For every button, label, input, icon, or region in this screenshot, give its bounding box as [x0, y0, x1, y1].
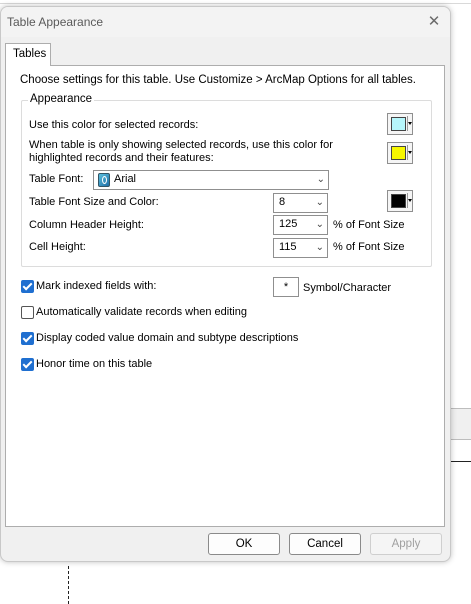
background-dashed-line	[68, 566, 69, 604]
chevron-down-icon: ⌄	[315, 242, 324, 253]
tab-tables[interactable]: Tables	[5, 43, 51, 66]
font-color-picker[interactable]	[387, 190, 413, 212]
honor-time-label: Honor time on this table	[36, 358, 153, 370]
background-window-edge	[0, 3, 471, 4]
font-size-value: 8	[279, 196, 286, 208]
highlight-color-label-line1: When table is only showing selected reco…	[29, 139, 333, 151]
honor-time-checkbox[interactable]	[21, 358, 34, 371]
selected-color-label: Use this color for selected records:	[29, 119, 199, 131]
title-bar: Table Appearance ✕	[1, 7, 450, 37]
chevron-down-icon: ⌄	[315, 197, 324, 208]
table-appearance-dialog: Table Appearance ✕ Tables Choose setting…	[0, 6, 451, 562]
table-font-value: Arial	[114, 173, 137, 185]
chevron-down-icon	[408, 151, 412, 154]
header-height-label: Column Header Height:	[29, 219, 144, 231]
tab-tables-label: Tables	[13, 48, 47, 60]
chevron-down-icon: ⌄	[315, 219, 324, 230]
intro-text: Choose settings for this table. Use Cust…	[20, 74, 416, 86]
dialog-title: Table Appearance	[7, 15, 104, 29]
font-size-label: Table Font Size and Color:	[29, 196, 159, 208]
highlight-color-label-line2: highlighted records and their features:	[29, 152, 214, 164]
chevron-down-icon: ⌄	[316, 174, 325, 185]
table-font-select[interactable]: Arial ⌄	[93, 170, 329, 190]
mark-symbol-label: Symbol/Character	[303, 282, 392, 294]
cell-height-label: Cell Height:	[29, 241, 86, 253]
font-color-swatch	[391, 194, 406, 208]
chevron-down-icon	[408, 122, 412, 125]
auto-validate-label: Automatically validate records when edit…	[36, 306, 247, 318]
tables-tab-panel: Choose settings for this table. Use Cust…	[5, 65, 445, 527]
chevron-down-icon	[408, 199, 412, 202]
selected-color-picker[interactable]	[387, 113, 413, 135]
highlight-color-swatch	[391, 146, 406, 160]
ok-button[interactable]: OK	[208, 533, 280, 555]
cell-height-select[interactable]: 115 ⌄	[273, 238, 328, 258]
header-height-value: 125	[279, 218, 298, 230]
close-icon[interactable]: ✕	[422, 11, 446, 33]
cancel-button[interactable]: Cancel	[289, 533, 361, 555]
appearance-legend: Appearance	[28, 93, 95, 105]
apply-button[interactable]: Apply	[370, 533, 442, 555]
highlight-color-picker[interactable]	[387, 142, 413, 164]
header-height-select[interactable]: 125 ⌄	[273, 215, 328, 235]
mark-symbol-input[interactable]: *	[273, 277, 299, 297]
font-size-select[interactable]: 8 ⌄	[273, 193, 328, 213]
font-type-icon	[98, 173, 110, 187]
table-font-label: Table Font:	[29, 173, 84, 185]
mark-indexed-label: Mark indexed fields with:	[36, 280, 157, 292]
header-height-unit: % of Font Size	[333, 219, 405, 231]
cell-height-unit: % of Font Size	[333, 241, 405, 253]
cell-height-value: 115	[279, 241, 297, 253]
mark-indexed-checkbox[interactable]	[21, 280, 34, 293]
selected-color-swatch	[391, 117, 406, 131]
auto-validate-checkbox[interactable]	[21, 306, 34, 319]
coded-domain-label: Display coded value domain and subtype d…	[36, 332, 299, 344]
coded-domain-checkbox[interactable]	[21, 332, 34, 345]
